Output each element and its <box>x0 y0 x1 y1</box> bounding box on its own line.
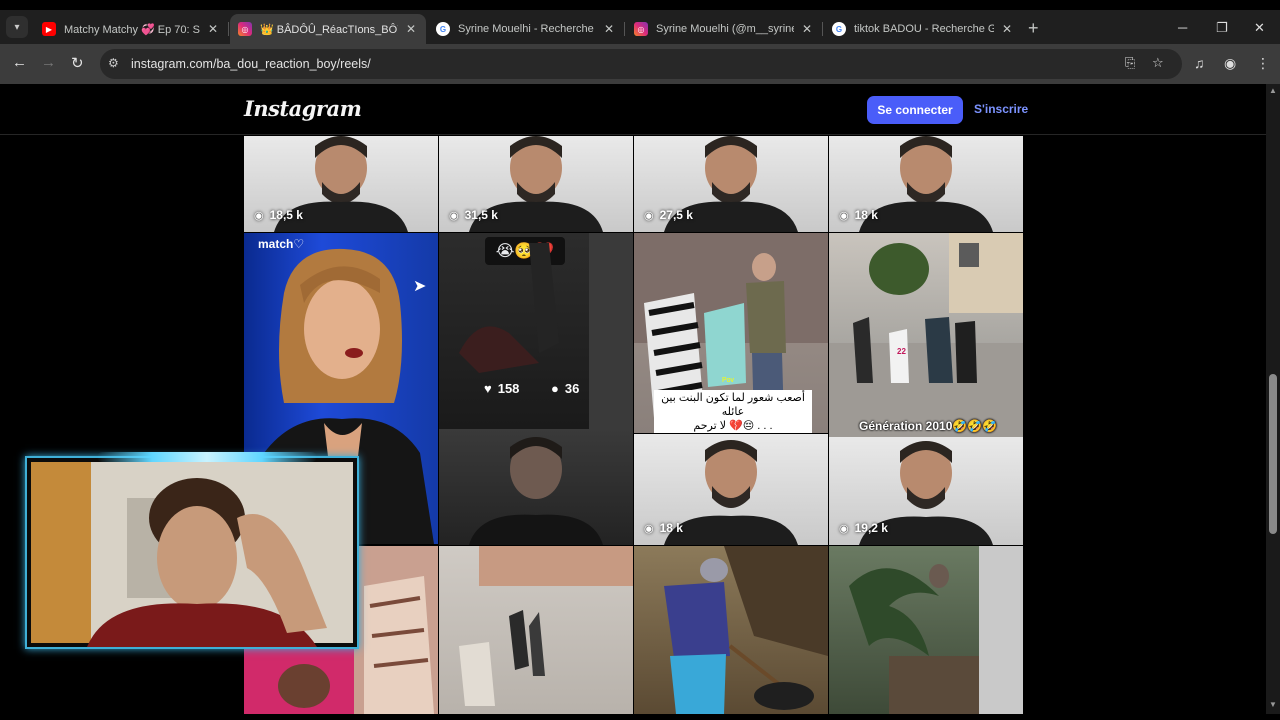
window-close-icon[interactable]: ✕ <box>1254 20 1265 36</box>
google-icon: G <box>832 22 846 36</box>
scroll-thumb[interactable] <box>1269 374 1277 534</box>
tab-syrine-google[interactable]: G Syrine Mouelhi - Recherche Goo ✕ <box>428 14 625 44</box>
reel-thumbnail <box>469 437 603 545</box>
reel-tile[interactable]: ◉ 18,5 k <box>244 136 438 232</box>
signup-link[interactable]: S'inscrire <box>974 102 1028 116</box>
comment-bubble-icon: ● <box>551 381 559 396</box>
reel-tile-generation[interactable]: 22 Génération 2010🤣🤣🤣 <box>829 233 1023 437</box>
view-count: ◉ 18,5 k <box>254 208 303 222</box>
reel-tile[interactable] <box>439 546 633 714</box>
reel-tile[interactable]: ◉ 19,2 k <box>829 437 1023 545</box>
site-info-icon[interactable]: ⚙ <box>108 56 119 70</box>
heart-icon: ♥ <box>484 381 492 396</box>
reel-thumbnail <box>849 546 1023 714</box>
tab-title: tiktok BADOU - Recherche Goo <box>854 23 994 35</box>
tab-title: Syrine Mouelhi - Recherche Goo <box>458 23 596 35</box>
instagram-icon: ◎ <box>238 22 252 36</box>
reel-tile[interactable]: ◉ 18 k <box>829 136 1023 232</box>
reel-tile[interactable] <box>439 429 633 545</box>
forward-icon[interactable]: → <box>41 54 56 71</box>
reel-tile[interactable]: ◉ 27,5 k <box>634 136 828 232</box>
reel-thumbnail <box>459 233 633 429</box>
pov-label: Pov <box>722 377 735 384</box>
reload-icon[interactable]: ↻ <box>71 54 84 72</box>
menu-kebab-icon[interactable]: ⋮ <box>1256 55 1270 72</box>
scroll-up-icon[interactable]: ▲ <box>1269 86 1277 95</box>
tab-matchy[interactable]: ▶ Matchy Matchy 💞 Ep 70: Syrine ✕ <box>34 14 229 44</box>
top-border <box>0 0 1280 10</box>
view-count: ◉ 31,5 k <box>449 208 498 222</box>
webcam-feed <box>31 462 353 647</box>
reel-tile[interactable] <box>634 546 828 714</box>
back-icon[interactable]: ← <box>12 54 27 71</box>
minimize-icon[interactable]: ─ <box>1178 20 1187 35</box>
tab-title: Syrine Mouelhi (@m__syrine) • <box>656 23 794 35</box>
instagram-header: Instagram Se connecter S'inscrire <box>0 84 1266 135</box>
tab-title: Matchy Matchy 💞 Ep 70: Syrine <box>64 23 200 36</box>
tab-syrine-instagram[interactable]: ◎ Syrine Mouelhi (@m__syrine) • ✕ <box>626 14 823 44</box>
reel-tile-emoji[interactable]: 😭🥺❤️ ♥ 158 ● 36 <box>439 233 633 429</box>
google-icon: G <box>436 22 450 36</box>
eye-icon: ◉ <box>254 209 264 222</box>
instagram-icon: ◎ <box>634 22 648 36</box>
tab-tiktok-badou[interactable]: G tiktok BADOU - Recherche Goo ✕ <box>824 14 1022 44</box>
reel-thumbnail <box>459 546 633 706</box>
view-count: ◉ 18 k <box>644 521 683 535</box>
close-icon[interactable]: ✕ <box>602 22 616 36</box>
login-button[interactable]: Se connecter <box>867 96 963 124</box>
scroll-down-icon[interactable]: ▼ <box>1269 700 1277 709</box>
like-count: ♥ 158 <box>484 381 520 396</box>
bookmark-star-icon[interactable]: ☆ <box>1152 55 1164 71</box>
media-control-icon[interactable]: ♫ <box>1194 55 1205 71</box>
close-icon[interactable]: ✕ <box>404 22 418 36</box>
reel-tile[interactable]: ◉ 18 k <box>634 434 828 545</box>
reel-thumbnail <box>664 546 828 714</box>
eye-icon: ◉ <box>839 522 849 535</box>
view-count: ◉ 18 k <box>839 208 878 222</box>
close-icon[interactable]: ✕ <box>1000 22 1014 36</box>
url-text[interactable]: instagram.com/ba_dou_reaction_boy/reels/ <box>131 57 371 71</box>
reel-tile-family[interactable]: Pov أصعب شعور لما تكون البنت بين عائله ل… <box>634 233 828 433</box>
instagram-logo[interactable]: Instagram <box>244 96 362 121</box>
generation-caption: Génération 2010🤣🤣🤣 <box>859 419 998 433</box>
view-count: ◉ 27,5 k <box>644 208 693 222</box>
webcam-overlay <box>25 452 359 649</box>
tab-badou-reactions[interactable]: ◎ 👑 BÂDÔÛ_RéacTIons_BÔY 👑 ✕ <box>230 14 426 44</box>
new-tab-button[interactable]: + <box>1028 18 1039 39</box>
tab-search-button[interactable]: ▾ <box>6 16 28 38</box>
jersey-number: 22 <box>897 347 906 356</box>
reel-thumbnail <box>829 233 1023 437</box>
eye-icon: ◉ <box>644 522 654 535</box>
youtube-icon: ▶ <box>42 22 56 36</box>
restore-icon[interactable]: ❐ <box>1216 20 1228 36</box>
view-count: ◉ 19,2 k <box>839 521 888 535</box>
page-scrollbar[interactable]: ▲ ▼ <box>1266 84 1280 714</box>
reel-tile[interactable] <box>829 546 1023 714</box>
browser-toolbar: ← → ↻ ⚙ instagram.com/ba_dou_reaction_bo… <box>0 44 1280 84</box>
profile-icon[interactable]: ◉ <box>1224 55 1236 72</box>
eye-icon: ◉ <box>839 209 849 222</box>
tab-title: 👑 BÂDÔÛ_RéacTIons_BÔY 👑 <box>260 23 398 36</box>
arabic-caption: أصعب شعور لما تكون البنت بين عائله لا تر… <box>654 390 812 433</box>
eye-icon: ◉ <box>449 209 459 222</box>
eye-icon: ◉ <box>644 209 654 222</box>
close-icon[interactable]: ✕ <box>800 22 814 36</box>
install-app-icon[interactable]: ⎘ <box>1125 55 1135 71</box>
reel-tile[interactable]: ◉ 31,5 k <box>439 136 633 232</box>
comment-count: ● 36 <box>551 381 580 396</box>
tab-bar: ▾ ▶ Matchy Matchy 💞 Ep 70: Syrine ✕ ◎ 👑 … <box>0 10 1280 44</box>
close-icon[interactable]: ✕ <box>206 22 220 36</box>
mouse-cursor-icon: ➤ <box>413 278 427 295</box>
address-bar[interactable]: ⚙ instagram.com/ba_dou_reaction_boy/reel… <box>100 49 1182 79</box>
